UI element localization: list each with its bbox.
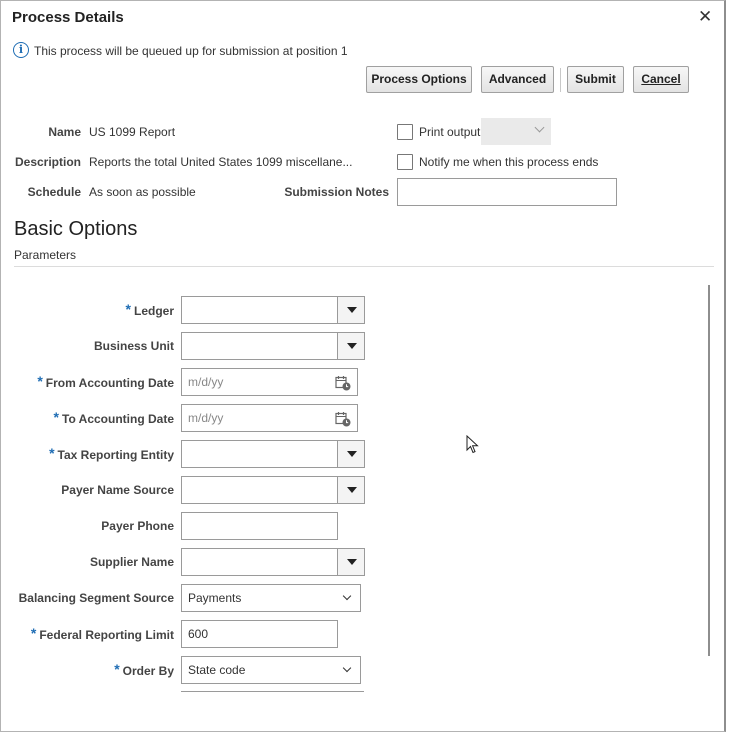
order-by-label: * Order By (1, 661, 174, 678)
calendar-icon[interactable] (335, 411, 351, 427)
required-marker: * (30, 625, 37, 641)
from-accounting-date-input[interactable]: m/d/yy (181, 368, 358, 396)
supplier-name-label: Supplier Name (89, 555, 174, 569)
process-options-button[interactable]: Process Options (366, 66, 472, 93)
triangle-down-icon (347, 487, 357, 493)
submit-label: Submit (575, 72, 616, 86)
next-field-partial (181, 691, 364, 693)
balancing-segment-source-label: Balancing Segment Source (18, 591, 174, 605)
name-value: US 1099 Report (89, 125, 176, 139)
close-icon[interactable]: ✕ (698, 7, 712, 27)
section-divider (14, 266, 714, 267)
business-unit-label: Business Unit (93, 339, 174, 353)
required-marker: * (37, 373, 43, 389)
triangle-down-icon (347, 307, 357, 313)
chevron-down-icon (342, 663, 352, 673)
info-icon: i (13, 42, 29, 58)
date-placeholder: m/d/yy (188, 411, 224, 425)
tax-reporting-entity-label-text: Tax Reporting Entity (57, 448, 174, 462)
schedule-value: As soon as possible (89, 185, 196, 199)
required-marker: * (49, 445, 55, 461)
ledger-label: * Ledger (1, 301, 174, 318)
schedule-label: Schedule (27, 185, 81, 199)
chevron-down-icon (342, 591, 352, 601)
balancing-segment-source-value: Payments (188, 591, 242, 605)
to-accounting-date-label: * To Accounting Date (1, 409, 174, 426)
cancel-label: Cancel (641, 72, 681, 86)
name-label: Name (48, 125, 81, 139)
description-value: Reports the total United States 1099 mis… (89, 155, 353, 169)
submission-notes-label: Submission Notes (284, 185, 389, 199)
submit-button[interactable]: Submit (567, 66, 624, 93)
print-output-label: Print output (419, 125, 481, 139)
federal-reporting-limit-label-text: Federal Reporting Limit (39, 628, 174, 642)
payer-name-source-dropdown-button[interactable] (337, 477, 364, 503)
print-output-format-select[interactable] (481, 118, 551, 145)
to-accounting-date-label-text: To Accounting Date (62, 412, 174, 426)
order-by-label-text: Order By (122, 664, 174, 678)
parameters-scrollbar[interactable] (708, 285, 710, 656)
triangle-down-icon (347, 451, 357, 457)
dialog-title: Process Details (12, 9, 124, 26)
notify-checkbox[interactable] (397, 154, 413, 170)
balancing-segment-source-select[interactable]: Payments (181, 584, 361, 612)
payer-phone-input[interactable] (181, 512, 338, 540)
date-placeholder: m/d/yy (188, 375, 224, 389)
process-details-dialog: Process Details ✕ i This process will be… (0, 0, 726, 732)
federal-reporting-limit-input[interactable]: 600 (181, 620, 338, 648)
supplier-name-dropdown-button[interactable] (337, 549, 364, 575)
submission-notes-input[interactable] (397, 178, 617, 206)
supplier-name-combobox[interactable] (181, 548, 365, 576)
to-accounting-date-input[interactable]: m/d/yy (181, 404, 358, 432)
ledger-dropdown-button[interactable] (337, 297, 364, 323)
queue-position-message: This process will be queued up for submi… (34, 44, 348, 58)
advanced-button[interactable]: Advanced (481, 66, 554, 93)
payer-name-source-label: Payer Name Source (61, 483, 174, 497)
parameters-subheading: Parameters (14, 248, 77, 262)
required-marker: * (114, 661, 120, 677)
order-by-value: State code (188, 663, 246, 677)
triangle-down-icon (347, 559, 357, 565)
description-label: Description (14, 155, 81, 169)
required-marker: * (53, 409, 59, 425)
mouse-pointer-icon (466, 435, 479, 454)
basic-options-heading: Basic Options (14, 218, 138, 240)
business-unit-combobox[interactable] (181, 332, 365, 360)
federal-reporting-limit-label: * Federal Reporting Limit (1, 625, 174, 642)
tax-reporting-entity-combobox[interactable] (181, 440, 365, 468)
from-accounting-date-label-text: From Accounting Date (45, 376, 174, 390)
notify-label: Notify me when this process ends (419, 155, 599, 169)
order-by-select[interactable]: State code (181, 656, 361, 684)
ledger-combobox[interactable] (181, 296, 365, 324)
calendar-icon[interactable] (335, 375, 351, 391)
tax-reporting-entity-label: * Tax Reporting Entity (1, 445, 174, 462)
business-unit-dropdown-button[interactable] (337, 333, 364, 359)
print-output-checkbox[interactable] (397, 124, 413, 140)
payer-name-source-combobox[interactable] (181, 476, 365, 504)
toolbar-separator (560, 68, 561, 92)
required-marker: * (125, 301, 131, 317)
triangle-down-icon (347, 343, 357, 349)
ledger-label-text: Ledger (133, 304, 174, 318)
from-accounting-date-label: * From Accounting Date (1, 373, 174, 390)
cancel-button[interactable]: Cancel (633, 66, 689, 93)
chevron-down-icon (534, 122, 545, 133)
payer-phone-label: Payer Phone (101, 519, 174, 533)
tax-reporting-entity-dropdown-button[interactable] (337, 441, 364, 467)
